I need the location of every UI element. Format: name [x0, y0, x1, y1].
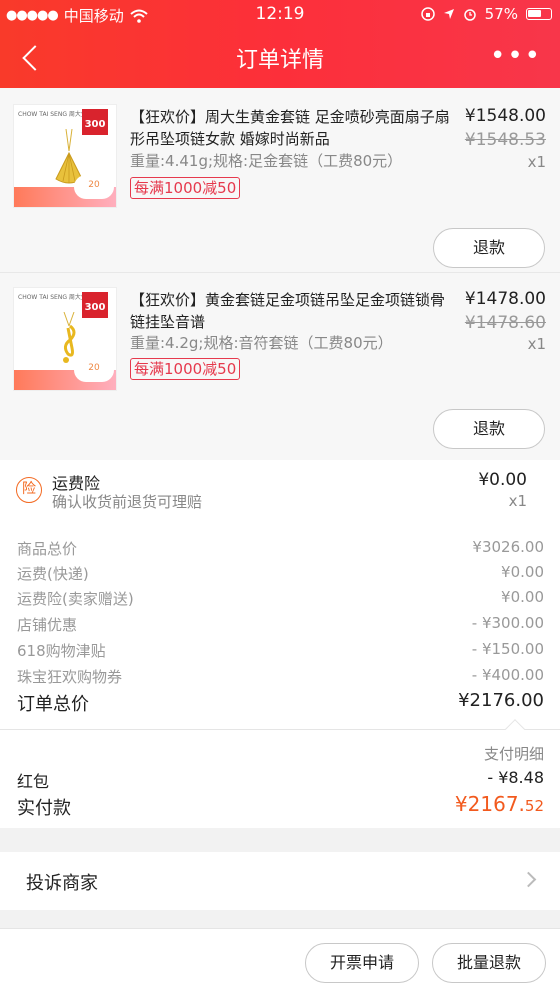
page-title: 订单详情: [235, 48, 324, 73]
summary-label: 商品总价: [17, 540, 78, 558]
status-bar: ●●●●● 中国移动 12:19 57%: [0, 0, 560, 30]
order-total-value: ¥2176.00: [458, 690, 544, 711]
product-price: ¥1548.00: [464, 106, 546, 126]
promo-tag: 每满1000减50: [130, 177, 241, 199]
status-right: 57%: [420, 5, 552, 23]
product-name[interactable]: 【狂欢价】黄金套链足金项链吊坠足金项链锁骨链挂坠音谱: [130, 289, 450, 333]
order-item: CHOW TAI SENG 周大生 300 20 【狂欢价】黄金套链足金项链吊坠…: [0, 273, 560, 460]
summary-value: - ¥300.00: [471, 614, 544, 632]
red-envelope-value: - ¥8.48: [487, 768, 544, 787]
summary-row-jewelry-coupon: 珠宝狂欢购物券 - ¥400.00: [17, 666, 544, 688]
summary-label: 运费险(卖家赠送): [17, 590, 134, 608]
summary-value: ¥0.00: [501, 563, 544, 581]
red-envelope-label: 红包: [17, 772, 50, 791]
refund-button[interactable]: 退款: [433, 409, 545, 449]
more-icon[interactable]: •••: [490, 43, 542, 69]
location-icon: [443, 9, 454, 19]
coupon-badge-icon: 300: [82, 109, 108, 135]
summary-label: 珠宝狂欢购物券: [17, 668, 123, 686]
payment-detail-link[interactable]: 支付明细: [484, 743, 544, 764]
divider: [0, 729, 560, 730]
product-original-price: ¥1548.53: [464, 130, 546, 150]
summary-value: - ¥150.00: [471, 640, 544, 658]
orientation-lock-icon: [420, 7, 435, 21]
brand-mark: CHOW TAI SENG 周大生: [18, 111, 87, 118]
product-price: ¥1478.00: [464, 289, 546, 309]
product-name[interactable]: 【狂欢价】周大生黄金套链 足金喷砂亮面扇子扇形吊坠项链女款 婚嫁时尚新品: [130, 106, 450, 150]
summary-row-goods-total: 商品总价 ¥3026.00: [17, 538, 544, 560]
summary-row-shipping-insurance: 运费险(卖家赠送) ¥0.00: [17, 588, 544, 610]
complain-merchant-row[interactable]: 投诉商家: [0, 852, 560, 910]
nav-bar: 订单详情 •••: [0, 30, 560, 88]
order-item: CHOW TAI SENG 周大生 300 20 【狂欢价】周大生黄金套链 足金…: [0, 88, 560, 272]
order-total-label: 订单总价: [17, 694, 89, 715]
bottom-action-bar: 开票申请 批量退款: [0, 928, 560, 996]
complain-merchant-label: 投诉商家: [26, 873, 98, 894]
product-spec: 重量:4.41g;规格:足金套链（工费80元）: [130, 152, 403, 170]
batch-refund-button[interactable]: 批量退款: [432, 943, 546, 983]
summary-label: 店铺优惠: [17, 616, 78, 634]
alarm-icon: [463, 9, 476, 21]
discount-cloud: 20: [74, 358, 114, 382]
caret-up-icon: [505, 719, 525, 739]
actual-paid-label: 实付款: [17, 798, 71, 819]
order-summary: 险 运费险 确认收货前退货可理赔 ¥0.00 x1 商品总价 ¥3026.00 …: [0, 460, 560, 828]
product-spec: 重量:4.2g;规格:音符套链（工费80元）: [130, 334, 393, 352]
summary-row-allowance: 618购物津贴 - ¥150.00: [17, 640, 544, 662]
red-envelope-row: 红包 - ¥8.48: [17, 768, 544, 792]
summary-label: 618购物津贴: [17, 642, 106, 660]
summary-value: ¥0.00: [501, 588, 544, 606]
summary-row-shipping: 运费(快递) ¥0.00: [17, 563, 544, 585]
brand-mark: CHOW TAI SENG 周大生: [18, 294, 87, 301]
battery-icon: [526, 8, 552, 20]
actual-paid-row: 实付款 ¥2167.52: [17, 792, 544, 820]
battery-percent: 57%: [484, 5, 518, 23]
chevron-right-icon: [520, 871, 537, 888]
summary-value: - ¥400.00: [471, 666, 544, 684]
product-original-price: ¥1478.60: [464, 313, 546, 333]
invoice-request-button[interactable]: 开票申请: [305, 943, 419, 983]
paid-cents: 52: [524, 797, 544, 815]
insurance-icon: 险: [16, 477, 42, 503]
product-quantity: x1: [527, 153, 546, 171]
actual-paid-value: ¥2167.52: [455, 792, 544, 816]
header-bar: ●●●●● 中国移动 12:19 57% 订单详情 •••: [0, 0, 560, 88]
insurance-quantity: x1: [508, 492, 527, 510]
promo-tag: 每满1000减50: [130, 358, 241, 380]
refund-button[interactable]: 退款: [433, 228, 545, 268]
product-quantity: x1: [527, 335, 546, 353]
order-total: 订单总价 ¥2176.00: [17, 690, 544, 716]
summary-row-store-discount: 店铺优惠 - ¥300.00: [17, 614, 544, 636]
insurance-price: ¥0.00: [478, 470, 527, 490]
summary-label: 运费(快递): [17, 565, 89, 583]
product-thumbnail[interactable]: CHOW TAI SENG 周大生 300 20: [13, 287, 117, 391]
insurance-subtitle: 确认收货前退货可理赔: [52, 493, 203, 511]
coupon-badge-icon: 300: [82, 292, 108, 318]
discount-cloud: 20: [74, 175, 114, 199]
product-thumbnail[interactable]: CHOW TAI SENG 周大生 300 20: [13, 104, 117, 208]
summary-value: ¥3026.00: [472, 538, 544, 556]
paid-main: ¥2167.: [454, 792, 525, 816]
